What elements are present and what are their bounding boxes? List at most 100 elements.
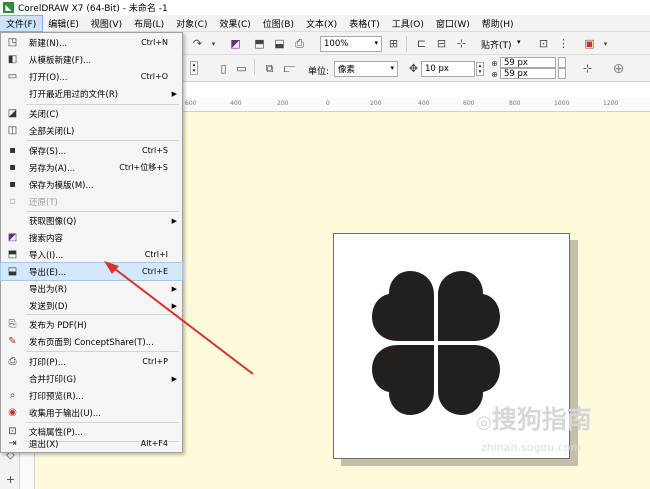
menu-window[interactable]: 窗口(W) xyxy=(430,16,476,31)
menu-item-export-as[interactable]: 导出为(R) ▶ xyxy=(1,280,182,297)
snap-to-dropdown[interactable]: 贴齐(T) xyxy=(481,38,512,51)
menu-item-open-recent[interactable]: 打开最近用过的文件(R) ▶ xyxy=(1,85,182,102)
page-layout-icon[interactable]: ⊹ xyxy=(580,61,595,76)
menu-text[interactable]: 文本(X) xyxy=(300,16,343,31)
dropdown-arrow-icon[interactable]: ▾ xyxy=(206,36,221,51)
guidelines-icon[interactable]: ⊹ xyxy=(454,36,469,51)
search-content-tb-icon[interactable]: ◩ xyxy=(228,36,243,51)
all-pages-icon[interactable]: ⧉ xyxy=(262,61,277,76)
grid-icon[interactable]: ⊟ xyxy=(434,36,449,51)
save-icon: ▪ xyxy=(9,145,16,156)
menu-item-acquire-image[interactable]: 获取图像(Q) ▶ xyxy=(1,212,182,229)
portrait-icon[interactable]: ▯ xyxy=(216,61,231,76)
menu-item-new-from-template[interactable]: ◧ 从模板新建(F)... xyxy=(1,51,182,68)
submenu-arrow-icon: ▶ xyxy=(171,284,177,293)
add-tool-icon[interactable]: + xyxy=(3,472,18,487)
application-launcher-icon[interactable]: ⋮ xyxy=(556,36,571,51)
export-tb-icon[interactable]: ⬓ xyxy=(272,36,287,51)
open-folder-icon: ▭ xyxy=(7,71,18,82)
submenu-arrow-icon: ▶ xyxy=(171,89,177,98)
import-icon: ⬒ xyxy=(7,249,18,260)
full-screen-icon[interactable]: ⊞ xyxy=(386,36,401,51)
menu-object[interactable]: 对象(C) xyxy=(170,16,213,31)
title-bar: ◣ CorelDRAW X7 (64-Bit) - 未命名 -1 xyxy=(0,0,650,15)
menu-view[interactable]: 视图(V) xyxy=(85,16,128,31)
submenu-arrow-icon: ▶ xyxy=(171,216,177,225)
menu-item-exit[interactable]: ⇥ 退出(X) Alt+F4 xyxy=(1,435,182,452)
welcome-dropdown-icon[interactable]: ▾ xyxy=(598,36,613,51)
menu-layout[interactable]: 布局(L) xyxy=(128,16,170,31)
save-as-icon: ▪ xyxy=(9,162,16,173)
menu-item-revert: ▫ 还原(T) xyxy=(1,193,182,210)
menu-item-collect-for-output[interactable]: ◉ 收集用于输出(U)... xyxy=(1,404,182,421)
menu-item-print-merge[interactable]: 合并打印(G) ▶ xyxy=(1,370,182,387)
menu-item-publish-conceptshare[interactable]: ✎ 发布页面到 ConceptShare(T)... xyxy=(1,333,182,350)
units-select[interactable]: 像素 ▾ xyxy=(334,61,398,77)
menu-bitmaps[interactable]: 位图(B) xyxy=(257,16,300,31)
duplicate-y-field[interactable]: 59 px xyxy=(500,68,556,79)
watermark-text: ◎搜狗指南 xyxy=(476,405,592,434)
menu-item-export[interactable]: ⬓ 导出(E)... Ctrl+E xyxy=(0,262,183,281)
menu-effects[interactable]: 效果(C) xyxy=(213,16,256,31)
menu-item-print-preview[interactable]: ⌕ 打印预览(R)... xyxy=(1,387,182,404)
new-doc-icon: ◳ xyxy=(7,37,18,48)
duplicate-x-field[interactable]: 59 px xyxy=(500,57,556,68)
nudge-icon[interactable]: ✥ xyxy=(406,61,421,76)
menu-item-save-as-template[interactable]: ▪ 保存为模版(M)... xyxy=(1,176,182,193)
watermark-url: zhinan.sogou.com xyxy=(481,441,582,454)
revert-icon: ▫ xyxy=(9,196,16,207)
menu-item-save[interactable]: ▪ 保存(S)... Ctrl+S xyxy=(1,142,182,159)
publish-pdf-tb-icon[interactable]: ⎙ xyxy=(292,36,307,51)
menu-item-search-content[interactable]: ◩ 搜索内容 xyxy=(1,229,182,246)
menu-item-new[interactable]: ◳ 新建(N)... Ctrl+N xyxy=(1,34,182,51)
menu-file[interactable]: 文件(F) xyxy=(0,14,44,32)
redo-icon[interactable]: ↷ xyxy=(190,36,205,51)
duplicate-y-spinner[interactable] xyxy=(558,68,566,79)
menu-tools[interactable]: 工具(O) xyxy=(386,16,430,31)
menu-item-import[interactable]: ⬒ 导入(I)... Ctrl+I xyxy=(1,246,182,263)
menu-item-publish-pdf[interactable]: ⎘ 发布为 PDF(H) xyxy=(1,316,182,333)
collect-output-icon: ◉ xyxy=(8,407,17,418)
export-icon: ⬓ xyxy=(7,266,18,277)
menu-item-print[interactable]: ⎙ 打印(P)... Ctrl+P xyxy=(1,353,182,370)
four-leaf-clover-shape[interactable] xyxy=(372,265,500,421)
submenu-arrow-icon: ▶ xyxy=(171,301,177,310)
menu-item-save-as[interactable]: ▪ 另存为(A)... Ctrl+位移+S xyxy=(1,159,182,176)
landscape-icon[interactable]: ▭ xyxy=(234,61,249,76)
menu-item-open[interactable]: ▭ 打开(O)... Ctrl+O xyxy=(1,68,182,85)
submenu-arrow-icon: ▶ xyxy=(171,374,177,383)
search-content-icon: ◩ xyxy=(7,232,18,243)
watermark-logo-icon: ◎ xyxy=(476,412,492,433)
menu-edit[interactable]: 编辑(E) xyxy=(42,16,85,31)
nudge-spinner[interactable]: ▴ ▾ xyxy=(476,62,484,76)
zoom-select[interactable]: 100% ▾ xyxy=(320,36,382,52)
conceptshare-icon: ✎ xyxy=(8,336,17,347)
welcome-screen-icon[interactable]: ▣ xyxy=(582,36,597,51)
save-template-icon: ▪ xyxy=(9,179,16,190)
width-spinner[interactable]: ▴ ▾ xyxy=(190,61,198,75)
print-icon: ⎙ xyxy=(8,356,17,367)
import-tb-icon[interactable]: ⬒ xyxy=(252,36,267,51)
current-page-icon[interactable]: ⫍ xyxy=(282,61,297,76)
corel-logo-icon: ◣ xyxy=(3,2,14,13)
close-all-icon: ◫ xyxy=(7,125,18,136)
menu-item-close-all[interactable]: ◫ 全部关闭(L) xyxy=(1,122,182,139)
pdf-icon: ⎘ xyxy=(8,319,17,330)
add-page-icon[interactable]: ⊕ xyxy=(611,61,626,77)
snap-arrow-icon[interactable]: ▾ xyxy=(517,38,521,46)
duplicate-x-spinner[interactable] xyxy=(558,57,566,68)
nudge-distance-field[interactable]: 10 px xyxy=(421,61,475,77)
exit-icon: ⇥ xyxy=(8,438,17,449)
units-label: 单位: xyxy=(308,67,330,77)
menu-item-close[interactable]: ◪ 关闭(C) xyxy=(1,105,182,122)
menu-help[interactable]: 帮助(H) xyxy=(476,16,520,31)
file-menu: ◳ 新建(N)... Ctrl+N ◧ 从模板新建(F)... ▭ 打开(O)... Ct… xyxy=(0,32,183,453)
menu-table[interactable]: 表格(T) xyxy=(343,16,386,31)
print-preview-icon: ⌕ xyxy=(9,390,16,401)
window-title: CorelDRAW X7 (64-Bit) - 未命名 -1 xyxy=(18,4,168,14)
options-icon[interactable]: ⊡ xyxy=(536,36,551,51)
template-icon: ◧ xyxy=(7,54,18,65)
rulers-icon[interactable]: ⊏ xyxy=(414,36,429,51)
close-doc-icon: ◪ xyxy=(7,108,18,119)
menu-item-send-to[interactable]: 发送到(D) ▶ xyxy=(1,297,182,314)
